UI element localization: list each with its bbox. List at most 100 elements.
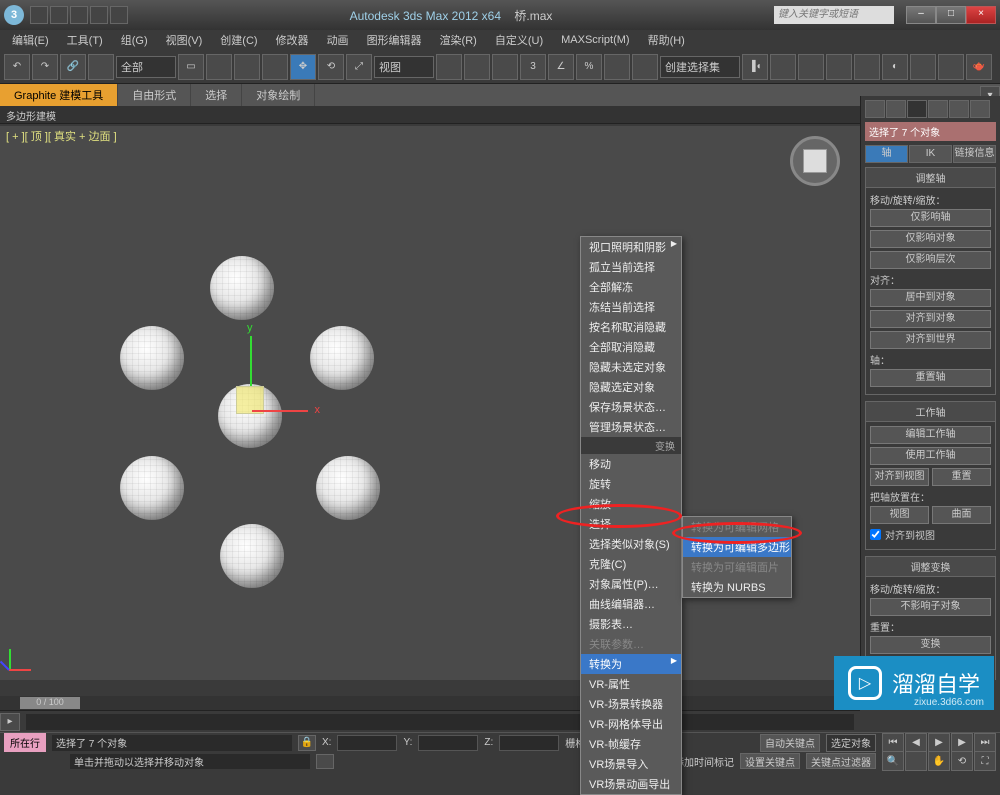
- manipulate-icon[interactable]: [464, 54, 490, 80]
- redo-icon[interactable]: ↷: [32, 54, 58, 80]
- ctx-viewport-lighting[interactable]: 视口照明和阴影: [581, 237, 681, 257]
- qat-save-icon[interactable]: [70, 6, 88, 24]
- undo-icon[interactable]: ↶: [4, 54, 30, 80]
- dont-affect-children-button[interactable]: 不影响子对象: [870, 598, 991, 616]
- ctx-vray-mesh-export[interactable]: VR-网格体导出: [581, 714, 681, 734]
- help-search-input[interactable]: 键入关键字或短语: [774, 6, 894, 24]
- ribbon-tab-selection[interactable]: 选择: [191, 84, 242, 106]
- scene-object-sphere[interactable]: [316, 456, 380, 520]
- affect-hierarchy-button[interactable]: 仅影响层次: [870, 251, 991, 269]
- use-working-pivot-button[interactable]: 使用工作轴: [870, 447, 991, 465]
- goto-start-icon[interactable]: ⏮: [882, 733, 904, 753]
- move-icon[interactable]: ✥: [290, 54, 316, 80]
- gizmo-x-axis[interactable]: [252, 410, 308, 412]
- track-ruler[interactable]: [26, 714, 854, 730]
- edit-working-pivot-button[interactable]: 编辑工作轴: [870, 426, 991, 444]
- ctx-manage-state[interactable]: 管理场景状态…: [581, 417, 681, 437]
- ctx-unhide-name[interactable]: 按名称取消隐藏: [581, 317, 681, 337]
- ctx-convert-to[interactable]: 转换为: [581, 654, 681, 674]
- ctx-save-state[interactable]: 保存场景状态…: [581, 397, 681, 417]
- nav-zoom-all-icon[interactable]: [905, 751, 927, 771]
- ribbon-tab-modeling[interactable]: Graphite 建模工具: [0, 84, 118, 106]
- menu-create[interactable]: 创建(C): [212, 30, 265, 50]
- align-to-view-button[interactable]: 对齐到视图: [870, 468, 929, 486]
- reset-wp-button[interactable]: 重置: [932, 468, 991, 486]
- material-editor-icon[interactable]: ◐: [882, 54, 908, 80]
- schematic-view-icon[interactable]: [854, 54, 880, 80]
- ctx-hide-unsel[interactable]: 隐藏未选定对象: [581, 357, 681, 377]
- affect-object-button[interactable]: 仅影响对象: [870, 230, 991, 248]
- nav-maximize-icon[interactable]: ⛶: [974, 751, 996, 771]
- gizmo-y-axis[interactable]: [250, 336, 252, 386]
- rollout-title[interactable]: 工作轴: [865, 401, 996, 422]
- ctx-vray-vfb[interactable]: VR-帧缓存: [581, 734, 681, 754]
- ctx-scale[interactable]: 缩放: [581, 494, 681, 514]
- menu-animation[interactable]: 动画: [319, 30, 357, 50]
- align-to-object-button[interactable]: 对齐到对象: [870, 310, 991, 328]
- align-to-world-button[interactable]: 对齐到世界: [870, 331, 991, 349]
- selection-filter-dropdown[interactable]: 全部: [116, 56, 176, 78]
- rotate-icon[interactable]: ⟲: [318, 54, 344, 80]
- render-frame-icon[interactable]: [938, 54, 964, 80]
- ctx-hide-sel[interactable]: 隐藏选定对象: [581, 377, 681, 397]
- key-target-dropdown[interactable]: 选定对象: [826, 734, 876, 752]
- place-view-button[interactable]: 视图: [870, 506, 929, 524]
- select-region-icon[interactable]: [234, 54, 260, 80]
- qat-undo-icon[interactable]: [90, 6, 108, 24]
- rollout-title[interactable]: 调整变换: [865, 556, 996, 577]
- autokey-button[interactable]: 自动关键点: [760, 734, 820, 752]
- ctx-isolate[interactable]: 孤立当前选择: [581, 257, 681, 277]
- ribbon-tab-freeform[interactable]: 自由形式: [118, 84, 191, 106]
- tab-utilities-icon[interactable]: [970, 100, 990, 118]
- angle-snap-icon[interactable]: ∠: [548, 54, 574, 80]
- prev-frame-icon[interactable]: ◀: [905, 733, 927, 753]
- menu-modifiers[interactable]: 修改器: [268, 30, 317, 50]
- render-icon[interactable]: 🫖: [966, 54, 992, 80]
- time-slider[interactable]: 0 / 100: [0, 696, 860, 710]
- isolate-toggle-icon[interactable]: [316, 754, 334, 769]
- menu-customize[interactable]: 自定义(U): [487, 30, 551, 50]
- ctx-vray-props[interactable]: VR-属性: [581, 674, 681, 694]
- rollout-title[interactable]: 调整轴: [865, 167, 996, 188]
- lock-selection-icon[interactable]: 🔒: [298, 735, 316, 751]
- affect-pivot-button[interactable]: 仅影响轴: [870, 209, 991, 227]
- ctx-dope-sheet[interactable]: 摄影表…: [581, 614, 681, 634]
- scene-object-sphere[interactable]: [210, 256, 274, 320]
- nav-pan-icon[interactable]: ✋: [928, 751, 950, 771]
- viewcube-face-icon[interactable]: [803, 149, 827, 173]
- scale-icon[interactable]: ⤢: [346, 54, 372, 80]
- render-setup-icon[interactable]: [910, 54, 936, 80]
- spinner-snap-icon[interactable]: [604, 54, 630, 80]
- tab-display-icon[interactable]: [949, 100, 969, 118]
- scene-object-sphere[interactable]: [120, 456, 184, 520]
- scene-object-sphere[interactable]: [220, 524, 284, 588]
- ctx-to-nurbs[interactable]: 转换为 NURBS: [683, 577, 791, 597]
- ctx-curve-editor[interactable]: 曲线编辑器…: [581, 594, 681, 614]
- menu-group[interactable]: 组(G): [113, 30, 156, 50]
- ctx-unhide-all[interactable]: 全部取消隐藏: [581, 337, 681, 357]
- goto-end-icon[interactable]: ⏭: [974, 733, 996, 753]
- ctx-clone[interactable]: 克隆(C): [581, 554, 681, 574]
- hierarchy-pivot-button[interactable]: 轴: [865, 145, 908, 163]
- nav-orbit-icon[interactable]: ⟲: [951, 751, 973, 771]
- app-logo-icon[interactable]: 3: [4, 5, 24, 25]
- hierarchy-ik-button[interactable]: IK: [909, 145, 952, 163]
- scene-object-sphere[interactable]: [310, 326, 374, 390]
- time-slider-thumb[interactable]: 0 / 100: [20, 697, 80, 709]
- center-to-object-button[interactable]: 居中到对象: [870, 289, 991, 307]
- menu-help[interactable]: 帮助(H): [640, 30, 693, 50]
- ctx-select[interactable]: 选择: [581, 514, 681, 534]
- menu-maxscript[interactable]: MAXScript(M): [553, 32, 637, 48]
- menu-graph-editors[interactable]: 图形编辑器: [359, 30, 430, 50]
- tab-hierarchy-icon[interactable]: [907, 100, 927, 118]
- layers-icon[interactable]: [798, 54, 824, 80]
- qat-new-icon[interactable]: [30, 6, 48, 24]
- align-icon[interactable]: [770, 54, 796, 80]
- minimize-button[interactable]: –: [906, 6, 936, 24]
- scene-object-sphere[interactable]: [120, 326, 184, 390]
- key-filters-button[interactable]: 关键点过滤器: [806, 753, 876, 769]
- selection-name-field[interactable]: 选择了 7 个对象: [865, 122, 996, 141]
- menu-views[interactable]: 视图(V): [158, 30, 211, 50]
- align-to-view-checkbox[interactable]: [870, 529, 881, 540]
- viewport-label[interactable]: [ + ][ 顶 ][ 真实 + 边面 ]: [6, 128, 117, 144]
